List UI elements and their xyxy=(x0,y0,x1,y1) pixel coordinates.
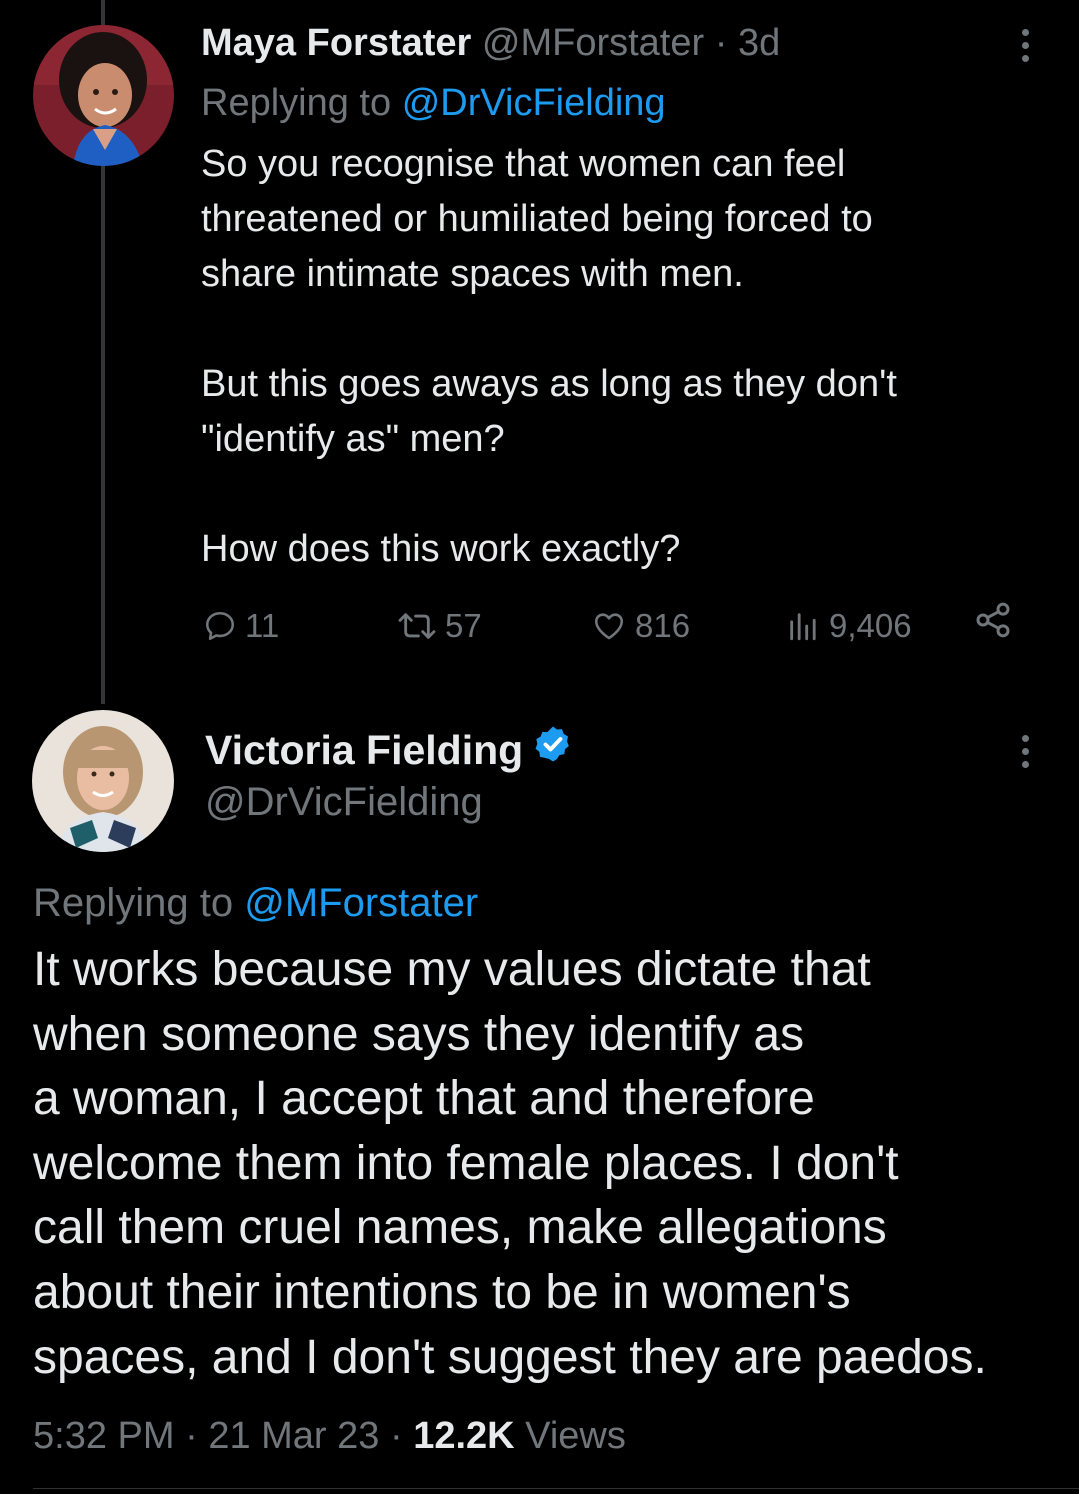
replying-to-link[interactable]: @DrVicFielding xyxy=(402,82,666,124)
tweet-2-display-name-row: Victoria Fielding xyxy=(205,723,573,777)
avatar-victoria-fielding[interactable] xyxy=(32,710,174,852)
like-icon xyxy=(591,609,627,643)
verified-badge-icon[interactable] xyxy=(533,723,573,777)
handle[interactable]: @MForstater xyxy=(482,22,704,64)
timestamp[interactable]: 3d xyxy=(738,22,780,64)
tweet-1-text: So you recognise that women can feel thr… xyxy=(201,143,897,570)
like-count: 816 xyxy=(635,607,691,644)
replying-to-link[interactable]: @MForstater xyxy=(244,881,478,925)
display-name[interactable]: Victoria Fielding xyxy=(205,723,523,777)
share-button[interactable] xyxy=(973,600,1013,640)
retweet-count: 57 xyxy=(445,607,482,644)
replying-to: Replying to @DrVicFielding xyxy=(201,82,666,124)
time[interactable]: 5:32 PM xyxy=(33,1415,175,1457)
views-count: 9,406 xyxy=(829,607,912,644)
views-count: 12.2K xyxy=(413,1415,515,1457)
retweet-icon xyxy=(397,609,437,643)
views-label: Views xyxy=(525,1415,626,1457)
handle[interactable]: @DrVicFielding xyxy=(205,776,483,828)
share-icon xyxy=(973,600,1013,640)
tweet-2-text: It works because my values dictate that … xyxy=(33,943,987,1384)
tweet-2-meta: 5:32 PM · 21 Mar 23 · 12.2K Views xyxy=(33,1415,626,1457)
display-name[interactable]: Maya Forstater xyxy=(201,22,471,64)
tweet-1-actions: 11 57 816 9,406 xyxy=(201,600,1031,652)
more-icon[interactable] xyxy=(1020,735,1030,768)
avatar-maya-forstater[interactable] xyxy=(33,25,174,166)
tweet-1-header: Maya Forstater @MForstater · 3d xyxy=(201,22,781,64)
views-button[interactable]: 9,406 xyxy=(785,600,912,652)
reply-icon xyxy=(203,609,237,643)
views-icon xyxy=(785,609,821,643)
reply-count: 11 xyxy=(245,607,280,644)
date[interactable]: 21 Mar 23 xyxy=(208,1415,379,1457)
reply-button[interactable]: 11 xyxy=(203,600,279,652)
divider xyxy=(33,1488,1079,1489)
like-button[interactable]: 816 xyxy=(591,600,690,652)
more-icon[interactable] xyxy=(1020,29,1030,62)
retweet-button[interactable]: 57 xyxy=(397,600,482,652)
replying-to: Replying to @MForstater xyxy=(33,881,479,925)
